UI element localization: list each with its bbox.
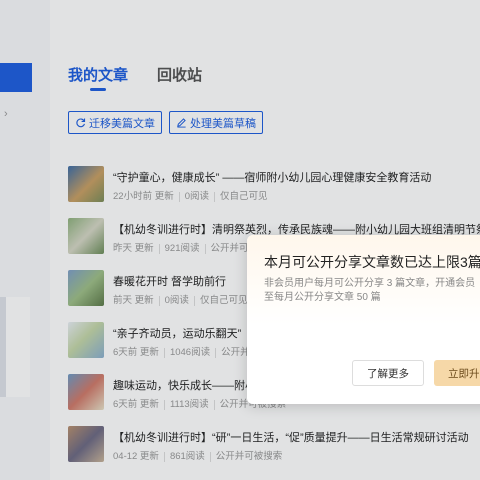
dialog-title: 本月可公开分享文章数已达上限3篇 [264, 254, 480, 270]
dialog-description: 非会员用户每月可公开分享 3 篇文章，开通会员 至每月公开分享文章 50 篇 [264, 277, 480, 305]
dialog-description-line1: 非会员用户每月可公开分享 3 篇文章，开通会员 [264, 278, 476, 289]
upgrade-now-button[interactable]: 立即升 [434, 360, 480, 386]
share-limit-dialog: 本月可公开分享文章数已达上限3篇 非会员用户每月可公开分享 3 篇文章，开通会员… [247, 235, 480, 404]
learn-more-button[interactable]: 了解更多 [352, 360, 424, 386]
dialog-description-line2: 至每月公开分享文章 50 篇 [264, 292, 381, 303]
